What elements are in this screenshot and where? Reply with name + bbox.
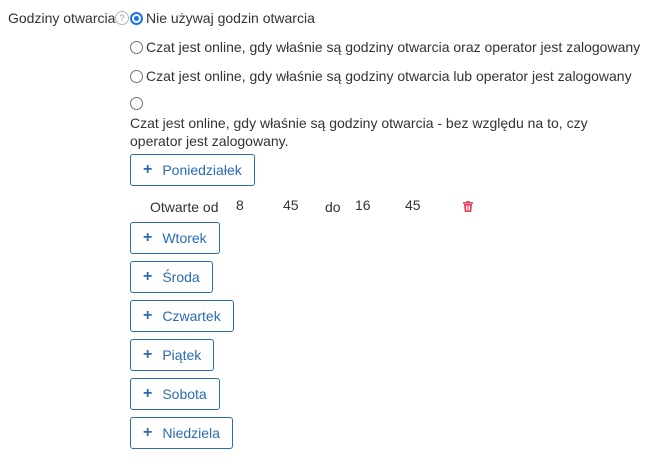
day-label: Środa xyxy=(162,269,200,285)
add-tuesday-button[interactable]: + Wtorek xyxy=(130,222,220,254)
radio-hours-or-operator[interactable]: Czat jest online, gdy właśnie są godziny… xyxy=(130,68,632,84)
question-icon[interactable]: ? xyxy=(115,11,129,25)
radio-label: Czat jest online, gdy właśnie są godziny… xyxy=(146,68,632,84)
plus-icon: + xyxy=(143,346,153,363)
radio-label: Czat jest online, gdy właśnie są godziny… xyxy=(146,39,641,55)
plus-icon: + xyxy=(143,307,153,324)
open-from-label: Otwarte od xyxy=(150,199,219,215)
radio-hours-and-operator[interactable]: Czat jest online, gdy właśnie są godziny… xyxy=(130,39,640,55)
add-monday-button[interactable]: + Poniedziałek xyxy=(130,154,255,186)
add-thursday-button[interactable]: + Czwartek xyxy=(130,300,234,332)
trash-icon[interactable] xyxy=(463,201,473,212)
add-wednesday-button[interactable]: + Środa xyxy=(130,261,213,293)
plus-icon: + xyxy=(143,424,153,441)
to-minute-input[interactable]: 45 xyxy=(405,197,421,213)
plus-icon: + xyxy=(143,161,153,178)
radio-button[interactable] xyxy=(130,97,143,110)
opening-hours-label: Godziny otwarcia xyxy=(8,10,116,26)
radio-button-checked[interactable] xyxy=(130,11,143,25)
day-label: Poniedziałek xyxy=(162,162,242,178)
add-saturday-button[interactable]: + Sobota xyxy=(130,378,220,410)
add-friday-button[interactable]: + Piątek xyxy=(130,339,215,371)
day-label: Wtorek xyxy=(162,230,207,246)
to-hour-input[interactable]: 16 xyxy=(355,197,371,213)
radio-label: Czat jest online, gdy właśnie są godziny… xyxy=(130,115,588,149)
radio-no-opening-hours[interactable]: Nie używaj godzin otwarcia xyxy=(130,10,315,26)
from-hour-input[interactable]: 8 xyxy=(236,197,244,213)
day-label: Piątek xyxy=(162,347,202,363)
day-label: Sobota xyxy=(162,386,207,402)
from-minute-input[interactable]: 45 xyxy=(283,197,299,213)
radio-button[interactable] xyxy=(130,40,143,54)
to-label: do xyxy=(325,199,341,215)
plus-icon: + xyxy=(143,268,153,285)
day-label: Czwartek xyxy=(162,308,221,324)
plus-icon: + xyxy=(143,229,153,246)
radio-button[interactable] xyxy=(130,69,143,83)
add-sunday-button[interactable]: + Niedziela xyxy=(130,417,233,449)
radio-hours-regardless[interactable] xyxy=(130,97,146,110)
day-label: Niedziela xyxy=(162,425,220,441)
plus-icon: + xyxy=(143,385,153,402)
radio-label: Nie używaj godzin otwarcia xyxy=(146,10,315,26)
